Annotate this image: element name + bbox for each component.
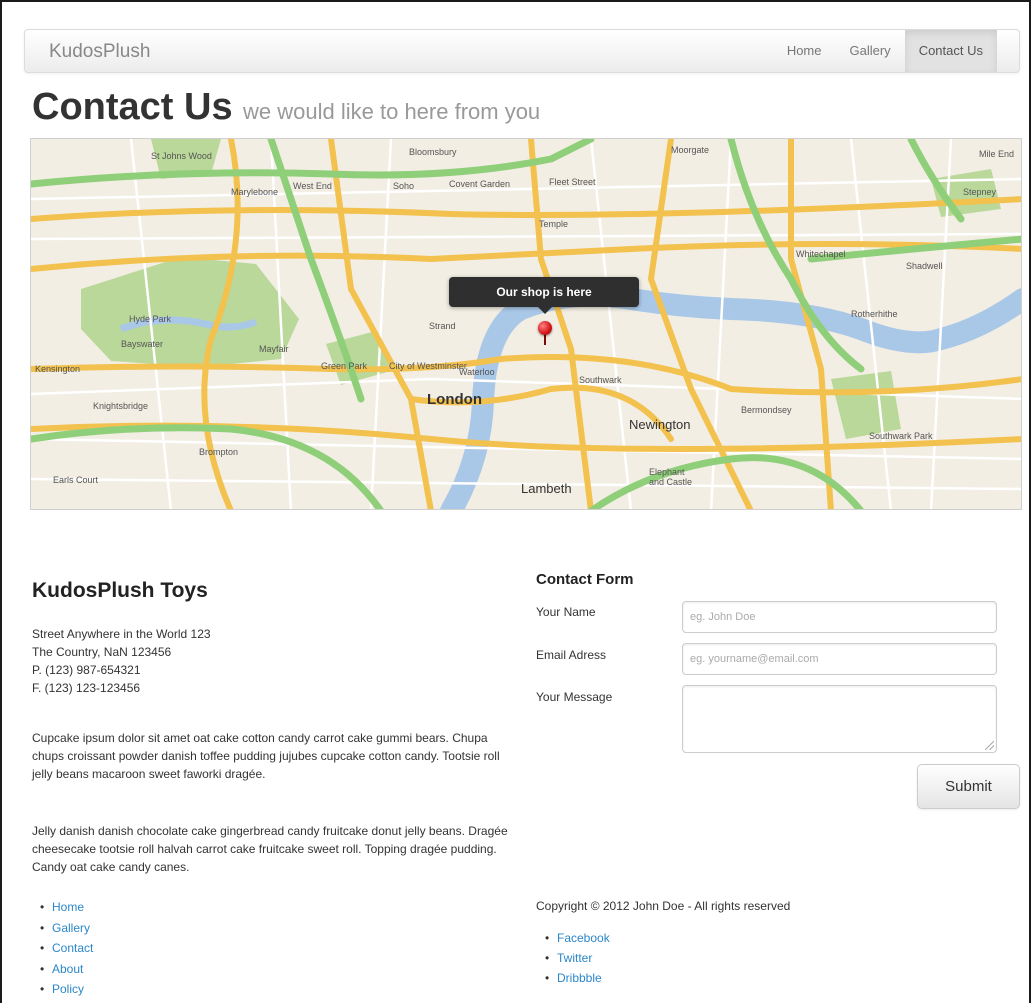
- phone-line: P. (123) 987-654321: [32, 663, 141, 677]
- map-label-green-park: Green Park: [321, 361, 368, 371]
- contact-form-title: Contact Form: [536, 571, 634, 588]
- map-label-city-of-westminster: City of Westminster: [389, 361, 467, 371]
- name-label: Your Name: [536, 605, 596, 619]
- nav-link-contact[interactable]: Contact Us: [904, 30, 997, 72]
- map-label-elephant-castle: Elephant and Castle: [649, 467, 693, 487]
- map-label-earls-court: Earls Court: [53, 475, 99, 485]
- footer-link-item: Home: [40, 897, 93, 918]
- address-line: Street Anywhere in the World 123: [32, 627, 211, 641]
- map-label-strand: Strand: [429, 321, 456, 331]
- footer-link-policy[interactable]: Policy: [52, 982, 84, 996]
- map-label-temple: Temple: [539, 219, 569, 229]
- nav-link-gallery[interactable]: Gallery: [836, 30, 905, 72]
- map-label-whitechapel: Whitechapel: [796, 249, 846, 259]
- footer-link-item: Policy: [40, 979, 93, 1000]
- map-label-west-end: West End: [293, 181, 332, 191]
- shop-description-paragraph: Jelly danish danish chocolate cake ginge…: [32, 824, 508, 874]
- social-link-twitter[interactable]: Twitter: [557, 951, 592, 965]
- social-link-item: Dribbble: [545, 968, 610, 988]
- map-label-kensington: Kensington: [35, 364, 81, 374]
- social-link-item: Facebook: [545, 928, 610, 948]
- map-label-brompton: Brompton: [199, 447, 239, 457]
- page-title: Contact Us: [32, 86, 233, 128]
- map-label-moorgate: Moorgate: [671, 145, 710, 155]
- map-label-bermondsey: Bermondsey: [741, 405, 792, 415]
- map-label-marylebone: Marylebone: [231, 187, 279, 197]
- page-frame: KudosPlush Home Gallery Contact Us Conta…: [0, 0, 1031, 1003]
- footer-link-home[interactable]: Home: [52, 900, 84, 914]
- map-label-rotherhithe: Rotherhithe: [851, 309, 898, 319]
- address-line: The Country, NaN 123456: [32, 645, 172, 659]
- footer-link-item: Contact: [40, 938, 93, 959]
- map-label-soho: Soho: [393, 181, 415, 191]
- map-pin-icon[interactable]: [538, 321, 552, 335]
- email-input[interactable]: [682, 643, 997, 675]
- fax-line: F. (123) 123-123456: [32, 681, 141, 695]
- social-link-dribbble[interactable]: Dribbble: [557, 971, 602, 985]
- nav-item-home: Home: [773, 30, 836, 72]
- footer-link-contact[interactable]: Contact: [52, 941, 93, 955]
- footer-link-item: About: [40, 959, 93, 980]
- navbar: KudosPlush Home Gallery Contact Us: [24, 29, 1020, 73]
- map-label-london: London: [427, 391, 482, 408]
- map-label-lambeth: Lambeth: [521, 481, 572, 496]
- footer-links: Home Gallery Contact About Policy: [40, 897, 93, 1000]
- map-canvas: [31, 139, 1021, 509]
- social-link-item: Twitter: [545, 948, 610, 968]
- map-label-knightsbridge: Knightsbridge: [93, 401, 149, 411]
- map-label-stepney: Stepney: [963, 187, 997, 197]
- map-label-shadwell: Shadwell: [906, 261, 943, 271]
- map-label-covent-garden: Covent Garden: [449, 179, 511, 189]
- map-label-newington: Newington: [629, 417, 691, 432]
- message-textarea[interactable]: [682, 685, 997, 753]
- shop-title: KudosPlush Toys: [32, 579, 208, 602]
- social-links: Facebook Twitter Dribbble: [545, 928, 610, 988]
- nav-menu: Home Gallery Contact Us: [773, 30, 997, 72]
- shop-address: Street Anywhere in the World 123 The Cou…: [32, 625, 211, 697]
- footer-link-gallery[interactable]: Gallery: [52, 921, 90, 935]
- footer-link-item: Gallery: [40, 918, 93, 939]
- map-label-southwark: Southwark: [579, 375, 622, 385]
- shop-description-paragraph: Cupcake ipsum dolor sit amet oat cake co…: [32, 731, 500, 781]
- map-tooltip: Our shop is here: [449, 277, 639, 314]
- name-input[interactable]: [682, 601, 997, 633]
- map-label-st-johns-wood: St Johns Wood: [151, 151, 212, 161]
- map-label-bloomsbury: Bloomsbury: [409, 147, 457, 157]
- page-header: Contact Us we would like to here from yo…: [32, 86, 540, 129]
- message-label: Your Message: [536, 690, 613, 704]
- map-label-mayfair: Mayfair: [259, 344, 289, 354]
- map-label-bayswater: Bayswater: [121, 339, 164, 349]
- nav-link-home[interactable]: Home: [773, 30, 836, 72]
- copyright-text: Copyright © 2012 John Doe - All rights r…: [536, 899, 791, 913]
- map-label-mile-end: Mile End: [979, 149, 1015, 159]
- map-label-waterloo: Waterloo: [459, 367, 495, 377]
- map-label-hyde-park: Hyde Park: [129, 314, 172, 324]
- page-subtitle: we would like to here from you: [243, 99, 541, 124]
- map-label-southwark-park: Southwark Park: [869, 431, 933, 441]
- submit-button[interactable]: Submit: [917, 764, 1020, 809]
- email-label: Email Adress: [536, 648, 607, 662]
- map-label-fleet-street: Fleet Street: [549, 177, 596, 187]
- nav-item-contact: Contact Us: [904, 30, 997, 72]
- footer-link-about[interactable]: About: [52, 962, 83, 976]
- social-link-facebook[interactable]: Facebook: [557, 931, 610, 945]
- location-map[interactable]: St Johns Wood Bloomsbury Moorgate Mile E…: [30, 138, 1022, 510]
- resize-grip-icon[interactable]: [985, 741, 994, 750]
- nav-item-gallery: Gallery: [836, 30, 905, 72]
- brand-logo[interactable]: KudosPlush: [49, 41, 150, 63]
